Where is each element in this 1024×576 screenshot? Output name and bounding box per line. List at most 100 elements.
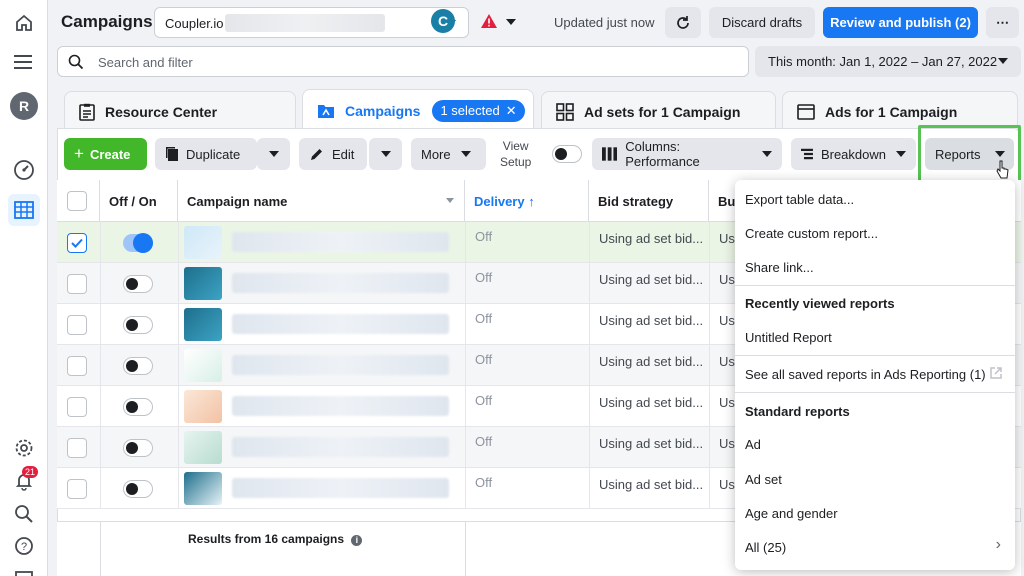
row-checkbox[interactable] [67, 274, 87, 294]
menu-item-ad[interactable]: Ad [745, 437, 761, 452]
column-divider [465, 427, 466, 468]
column-header-off-on[interactable]: Off / On [100, 180, 178, 222]
warning-dropdown-caret[interactable] [506, 19, 516, 25]
notification-count-badge: 21 [22, 466, 39, 478]
budget-value: Us [719, 313, 735, 328]
create-button[interactable]: + Create [64, 138, 147, 170]
hand-cursor-icon [996, 160, 1009, 179]
search-filter-input[interactable]: Search and filter [57, 46, 749, 77]
reports-icon[interactable] [8, 562, 40, 576]
column-divider [100, 222, 101, 263]
gauge-icon[interactable] [8, 154, 40, 186]
column-divider [589, 386, 590, 427]
more-options-button[interactable]: ⋯ [986, 7, 1019, 38]
menu-item-age-and-gender[interactable]: Age and gender [745, 506, 838, 521]
campaign-name-redacted[interactable] [232, 273, 449, 293]
campaign-on-off-toggle[interactable] [123, 275, 153, 293]
campaign-on-off-toggle[interactable] [123, 439, 153, 457]
column-divider [709, 468, 710, 509]
column-divider [100, 386, 101, 427]
row-checkbox[interactable] [67, 397, 87, 417]
duplicate-dropdown-button[interactable] [257, 138, 290, 170]
menu-item-create-custom-report[interactable]: Create custom report... [745, 226, 878, 241]
breakdown-button[interactable]: Breakdown [791, 138, 916, 170]
campaign-on-off-toggle[interactable] [123, 357, 153, 375]
column-divider [100, 468, 101, 509]
column-divider [178, 468, 179, 509]
menu-item-share-link[interactable]: Share link... [745, 260, 814, 275]
column-divider [465, 468, 466, 509]
campaign-name-redacted[interactable] [232, 396, 449, 416]
row-checkbox[interactable] [67, 479, 87, 499]
select-all-checkbox[interactable] [67, 191, 87, 211]
tab-ad-sets[interactable]: Ad sets for 1 Campaign [541, 91, 776, 131]
row-checkbox[interactable] [67, 356, 87, 376]
column-divider [178, 386, 179, 427]
row-checkbox[interactable] [67, 315, 87, 335]
column-divider [100, 304, 101, 345]
reports-dropdown-menu: Export table data... Create custom repor… [735, 180, 1015, 570]
campaign-name-redacted[interactable] [232, 232, 449, 252]
column-divider [589, 222, 590, 263]
selected-count-badge[interactable]: 1 selected ✕ [432, 99, 525, 122]
campaign-thumbnail [184, 308, 222, 341]
menu-divider [735, 355, 1015, 356]
column-header-bid-strategy[interactable]: Bid strategy [589, 180, 709, 222]
notifications-bell-icon[interactable]: 21 [8, 465, 40, 497]
info-icon[interactable]: i [351, 535, 363, 546]
column-header-label: Campaign name [187, 193, 288, 209]
duplicate-button[interactable]: Duplicate [155, 138, 257, 170]
column-divider [709, 427, 710, 468]
menu-item-all[interactable]: All (25) [745, 540, 786, 555]
campaign-name-redacted[interactable] [232, 437, 449, 457]
campaign-name-redacted[interactable] [232, 314, 449, 334]
menu-item-untitled-report[interactable]: Untitled Report [745, 330, 832, 345]
tab-campaigns[interactable]: Campaigns 1 selected ✕ [302, 89, 534, 131]
home-icon[interactable] [8, 7, 40, 39]
row-checkbox[interactable] [67, 438, 87, 458]
column-header-campaign-name[interactable]: Campaign name [178, 180, 465, 222]
campaign-on-off-toggle[interactable] [123, 233, 153, 253]
column-header-delivery[interactable]: Delivery ↑ [465, 180, 589, 222]
help-icon[interactable]: ? [8, 530, 40, 562]
account-avatar[interactable]: R [8, 90, 40, 122]
table-icon[interactable] [8, 194, 40, 226]
menu-item-ad-set[interactable]: Ad set [745, 472, 782, 487]
menu-item-see-all-saved-reports[interactable]: See all saved reports in Ads Reporting (… [745, 367, 986, 382]
bid-strategy-value: Using ad set bid... [599, 272, 704, 287]
refresh-button[interactable] [665, 7, 701, 38]
search-icon[interactable] [8, 498, 40, 530]
settings-gear-icon[interactable] [8, 432, 40, 464]
column-divider [589, 427, 590, 468]
account-selector[interactable]: Coupler.io [154, 7, 469, 38]
tab-resource-center[interactable]: Resource Center [64, 91, 296, 131]
campaign-on-off-toggle[interactable] [123, 398, 153, 416]
row-checkbox[interactable] [67, 233, 87, 253]
edit-dropdown-button[interactable] [369, 138, 402, 170]
date-range-picker[interactable]: This month: Jan 1, 2022 – Jan 27, 2022 [755, 46, 1021, 77]
delivery-status: Off [475, 229, 493, 244]
bid-strategy-value: Using ad set bid... [599, 395, 704, 410]
more-button[interactable]: More [411, 138, 486, 170]
discard-drafts-button[interactable]: Discard drafts [709, 7, 815, 38]
clear-selection-icon[interactable]: ✕ [506, 103, 517, 119]
campaign-on-off-toggle[interactable] [123, 480, 153, 498]
menu-item-export-table-data[interactable]: Export table data... [745, 192, 854, 207]
edit-button[interactable]: Edit [299, 138, 367, 170]
results-summary: Results from 16 campaigns i [188, 532, 363, 546]
campaign-name-redacted[interactable] [232, 355, 449, 375]
columns-button[interactable]: Columns: Performance [592, 138, 782, 170]
column-divider [178, 427, 179, 468]
column-divider [465, 222, 466, 263]
coupler-logo-icon[interactable]: C [431, 9, 455, 33]
recently-viewed-header: Recently viewed reports [745, 296, 895, 311]
tab-label: Ads for 1 Campaign [825, 103, 958, 120]
campaign-on-off-toggle[interactable] [123, 316, 153, 334]
menu-icon[interactable] [8, 46, 40, 78]
warning-icon[interactable] [480, 13, 498, 29]
view-setup-toggle[interactable] [552, 145, 582, 163]
campaign-name-redacted[interactable] [232, 478, 449, 498]
avatar-initial: R [10, 92, 38, 120]
review-publish-button[interactable]: Review and publish (2) [823, 7, 978, 38]
budget-value: Us [719, 354, 735, 369]
